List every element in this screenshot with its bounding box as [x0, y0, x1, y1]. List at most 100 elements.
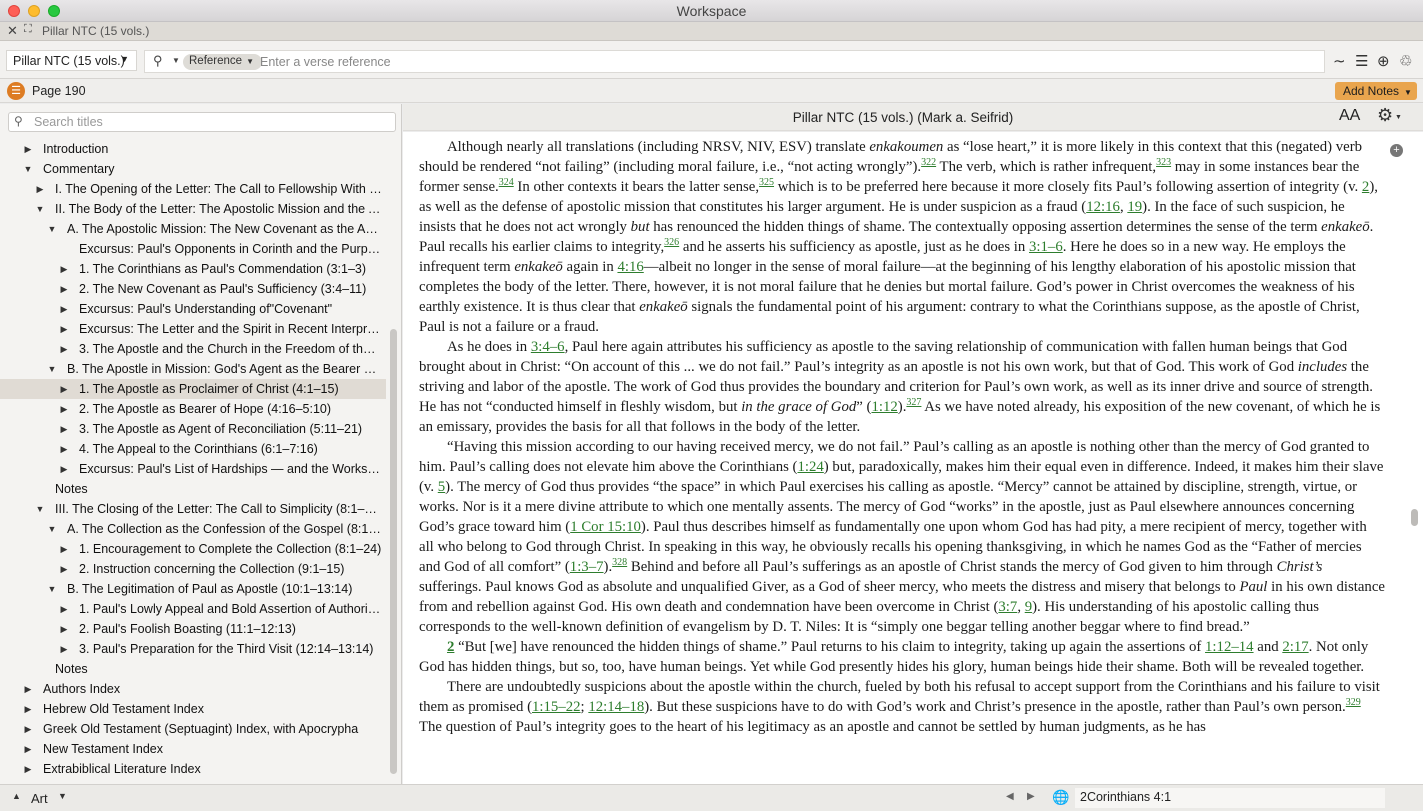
scripture-link[interactable]: 12:16	[1086, 199, 1120, 215]
disclosure-collapsed-icon[interactable]: ▶	[59, 599, 69, 619]
disclosure-expanded-icon[interactable]: ▼	[35, 199, 45, 219]
disclosure-collapsed-icon[interactable]: ▶	[59, 379, 69, 399]
scripture-link[interactable]: 3:7	[998, 599, 1017, 615]
list-icon[interactable]: ☰	[1355, 52, 1368, 70]
toc-item[interactable]: ▶ I. The Opening of the Letter: The Call …	[0, 179, 386, 199]
resource-selector[interactable]: Pillar NTC (15 vols.) ▼	[6, 50, 137, 71]
chevron-up-icon[interactable]: ▲	[12, 791, 21, 801]
scripture-link[interactable]: 19	[1127, 199, 1142, 215]
toc-item[interactable]: ▼ A. The Apostolic Mission: The New Coven…	[0, 219, 386, 239]
disclosure-collapsed-icon[interactable]: ▶	[59, 459, 69, 479]
disclosure-collapsed-icon[interactable]: ▶	[23, 679, 33, 699]
disclosure-collapsed-icon[interactable]: ▶	[59, 539, 69, 559]
disclosure-collapsed-icon[interactable]: ▶	[23, 139, 33, 159]
toc-item[interactable]: ▶ Authors Index	[0, 679, 386, 699]
toc-item[interactable]: ▼ Commentary	[0, 159, 386, 179]
toc-item[interactable]: ▶ 2. Paul's Foolish Boasting (11:1–12:13)	[0, 619, 386, 639]
toc-item[interactable]: Notes	[0, 479, 386, 499]
toc-item[interactable]: ▶ 3. Paul's Preparation for the Third Vis…	[0, 639, 386, 659]
toc-item[interactable]: ▶ 1. Encouragement to Complete the Collec…	[0, 539, 386, 559]
expand-icon[interactable]: ⛶	[24, 23, 32, 36]
disclosure-expanded-icon[interactable]: ▼	[23, 159, 33, 179]
toc-item[interactable]: ▼ II. The Body of the Letter: The Apostol…	[0, 199, 386, 219]
toc-item[interactable]: ▶ 1. Paul's Lowly Appeal and Bold Asserti…	[0, 599, 386, 619]
toc-item[interactable]: Notes	[0, 659, 386, 679]
toc-item[interactable]: ▶ Excursus: Paul's List of Hardships — an…	[0, 459, 386, 479]
back-arrow-icon[interactable]: ◀	[1006, 791, 1014, 802]
scripture-link[interactable]: 1 Cor 15:10	[570, 519, 641, 535]
disclosure-collapsed-icon[interactable]: ▶	[59, 439, 69, 459]
disclosure-expanded-icon[interactable]: ▼	[47, 519, 57, 539]
globe-icon[interactable]: 🌐	[1052, 789, 1069, 806]
footnote-link[interactable]: 329	[1346, 697, 1361, 708]
disclosure-expanded-icon[interactable]: ▼	[47, 579, 57, 599]
disclosure-collapsed-icon[interactable]: ▶	[23, 739, 33, 759]
toc-item[interactable]: ▶ 2. Instruction concerning the Collectio…	[0, 559, 386, 579]
toc-item[interactable]: ▶ Excursus: Paul's Understanding of"Coven…	[0, 299, 386, 319]
chevron-down-icon[interactable]: ▼	[172, 56, 180, 65]
toc-item[interactable]: ▶ Hebrew Old Testament Index	[0, 699, 386, 719]
scripture-link[interactable]: 3:1–6	[1029, 239, 1063, 255]
scripture-link[interactable]: 1:3–7	[570, 559, 604, 575]
scripture-link[interactable]: 9	[1025, 599, 1032, 615]
disclosure-collapsed-icon[interactable]: ▶	[59, 339, 69, 359]
disclosure-collapsed-icon[interactable]: ▶	[59, 279, 69, 299]
sidebar-scrollbar[interactable]	[390, 329, 397, 774]
reference-field[interactable]: 2Corinthians 4:1	[1075, 788, 1385, 808]
disclosure-collapsed-icon[interactable]: ▶	[59, 299, 69, 319]
disclosure-collapsed-icon[interactable]: ▶	[59, 399, 69, 419]
toc-item-selected[interactable]: ▶ 1. The Apostle as Proclaimer of Christ …	[0, 379, 386, 399]
disclosure-collapsed-icon[interactable]: ▶	[23, 699, 33, 719]
disclosure-expanded-icon[interactable]: ▼	[47, 219, 57, 239]
disclosure-expanded-icon[interactable]: ▼	[35, 499, 45, 519]
toc-item[interactable]: ▶ 3. The Apostle as Agent of Reconciliati…	[0, 419, 386, 439]
toc-item[interactable]: ▶ New Testament Index	[0, 739, 386, 759]
toc-item[interactable]: ▶ 2. The New Covenant as Paul's Sufficien…	[0, 279, 386, 299]
toc-item[interactable]: ▶ Excursus: The Letter and the Spirit in …	[0, 319, 386, 339]
chevron-down-icon[interactable]: ▼	[1395, 114, 1402, 121]
add-circle-icon[interactable]: ⊕	[1377, 52, 1390, 70]
toc-item[interactable]: ▶ 2. The Apostle as Bearer of Hope (4:16–…	[0, 399, 386, 419]
scripture-link[interactable]: 3:4–6	[531, 339, 565, 355]
title-search-input[interactable]	[34, 114, 389, 130]
footnote-link[interactable]: 326	[664, 237, 679, 248]
content-scrollbar[interactable]	[1411, 509, 1418, 526]
disclosure-collapsed-icon[interactable]: ▶	[59, 259, 69, 279]
scripture-link[interactable]: 1:12–14	[1205, 639, 1254, 655]
footnote-link[interactable]: 328	[612, 557, 627, 568]
disclosure-expanded-icon[interactable]: ▼	[47, 359, 57, 379]
toc-icon[interactable]: ☰	[7, 82, 25, 100]
scripture-link[interactable]: 1:15–22	[532, 699, 581, 715]
search-icon[interactable]: ⚲	[153, 53, 163, 69]
toc-item[interactable]: ▼ III. The Closing of the Letter: The Cal…	[0, 499, 386, 519]
toc-item[interactable]: ▶ Extrabiblical Literature Index	[0, 759, 386, 779]
scripture-link[interactable]: 1:24	[797, 459, 823, 475]
toc-item[interactable]: Excursus: Paul's Opponents in Corinth an…	[0, 239, 386, 259]
disclosure-collapsed-icon[interactable]: ▶	[59, 639, 69, 659]
disclosure-collapsed-icon[interactable]: ▶	[23, 759, 33, 779]
toc-item[interactable]: ▶ 1. The Corinthians as Paul's Commendati…	[0, 259, 386, 279]
chevron-down-icon[interactable]: ▼	[58, 791, 67, 801]
scripture-link[interactable]: 4:16	[617, 259, 643, 275]
add-notes-button[interactable]: Add Notes ▼	[1335, 82, 1417, 100]
scripture-link[interactable]: 12:14–18	[588, 699, 644, 715]
search-type-pill[interactable]: Reference ▼	[183, 54, 262, 70]
toc-item[interactable]: ▼ B. The Legitimation of Paul as Apostle …	[0, 579, 386, 599]
toc-item[interactable]: ▶ Introduction	[0, 139, 386, 159]
disclosure-collapsed-icon[interactable]: ▶	[59, 559, 69, 579]
disclosure-collapsed-icon[interactable]: ▶	[35, 179, 45, 199]
footnote-link[interactable]: 327	[906, 397, 921, 408]
disclosure-collapsed-icon[interactable]: ▶	[59, 619, 69, 639]
toc-item[interactable]: ▶ 4. The Appeal to the Corinthians (6:1–7…	[0, 439, 386, 459]
close-icon[interactable]: ✕	[7, 23, 18, 39]
toc-item[interactable]: ▼ B. The Apostle in Mission: God's Agent …	[0, 359, 386, 379]
gear-icon[interactable]: ⚙	[1377, 105, 1393, 126]
footnote-link[interactable]: 324	[499, 177, 514, 188]
footnote-link[interactable]: 323	[1156, 157, 1171, 168]
toc-item[interactable]: ▶ Greek Old Testament (Septuagint) Index,…	[0, 719, 386, 739]
footnote-link[interactable]: 325	[759, 177, 774, 188]
layout-label[interactable]: Art	[31, 791, 48, 806]
recycle-icon[interactable]: ♲	[1399, 52, 1412, 70]
disclosure-collapsed-icon[interactable]: ▶	[59, 419, 69, 439]
scripture-link[interactable]: 2:17	[1282, 639, 1308, 655]
